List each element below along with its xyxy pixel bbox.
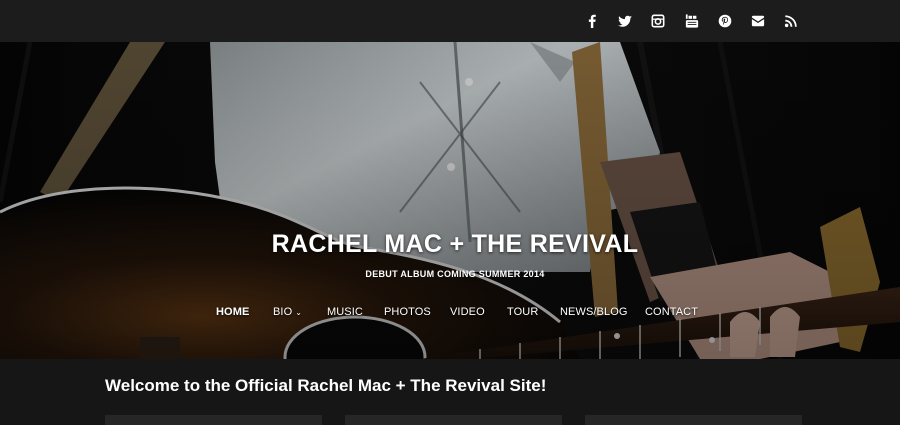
hero-subtitle: DEBUT ALBUM COMING SUMMER 2014 [365,269,545,279]
page-title: Welcome to the Official Rachel Mac + The… [105,376,547,395]
rss-link[interactable] [775,11,808,31]
twitter-link[interactable] [608,11,641,31]
main-content: Welcome to the Official Rachel Mac + The… [0,359,900,425]
top-bar [0,0,900,42]
feature-card[interactable] [345,415,562,425]
pinterest-icon [718,14,732,28]
twitter-icon [617,15,632,27]
rss-icon [785,15,798,28]
nav-item-home[interactable]: HOME [216,306,249,318]
main-nav: HOME BIO ⌄ MUSIC PHOTOS VIDEO TOUR NEWS/B… [0,306,900,320]
nav-item-contact[interactable]: CONTACT [645,306,698,318]
chevron-down-icon: ⌄ [295,308,303,317]
email-link[interactable] [741,11,774,31]
pinterest-link[interactable] [708,11,741,31]
instagram-link[interactable] [642,11,675,31]
nav-item-photos[interactable]: PHOTOS [384,306,431,318]
nav-item-tour[interactable]: TOUR [507,306,538,318]
social-links [575,11,808,31]
nav-item-music[interactable]: MUSIC [327,306,363,318]
facebook-icon [588,14,596,28]
facebook-link[interactable] [575,11,608,31]
feature-card[interactable] [585,415,802,425]
email-icon [752,15,765,27]
feature-card[interactable] [105,415,322,425]
hero-banner: RACHEL MAC + THE REVIVAL DEBUT ALBUM COM… [0,42,900,359]
nav-item-news-blog[interactable]: NEWS/BLOG [560,306,628,318]
instagram-icon [651,14,665,28]
nav-item-bio[interactable]: BIO ⌄ [273,306,302,318]
nav-item-bio-label: BIO [273,306,293,318]
youtube-link[interactable] [675,11,708,31]
youtube-icon [685,14,698,28]
hero-title: RACHEL MAC + THE REVIVAL [271,230,639,258]
nav-item-video[interactable]: VIDEO [450,306,485,318]
